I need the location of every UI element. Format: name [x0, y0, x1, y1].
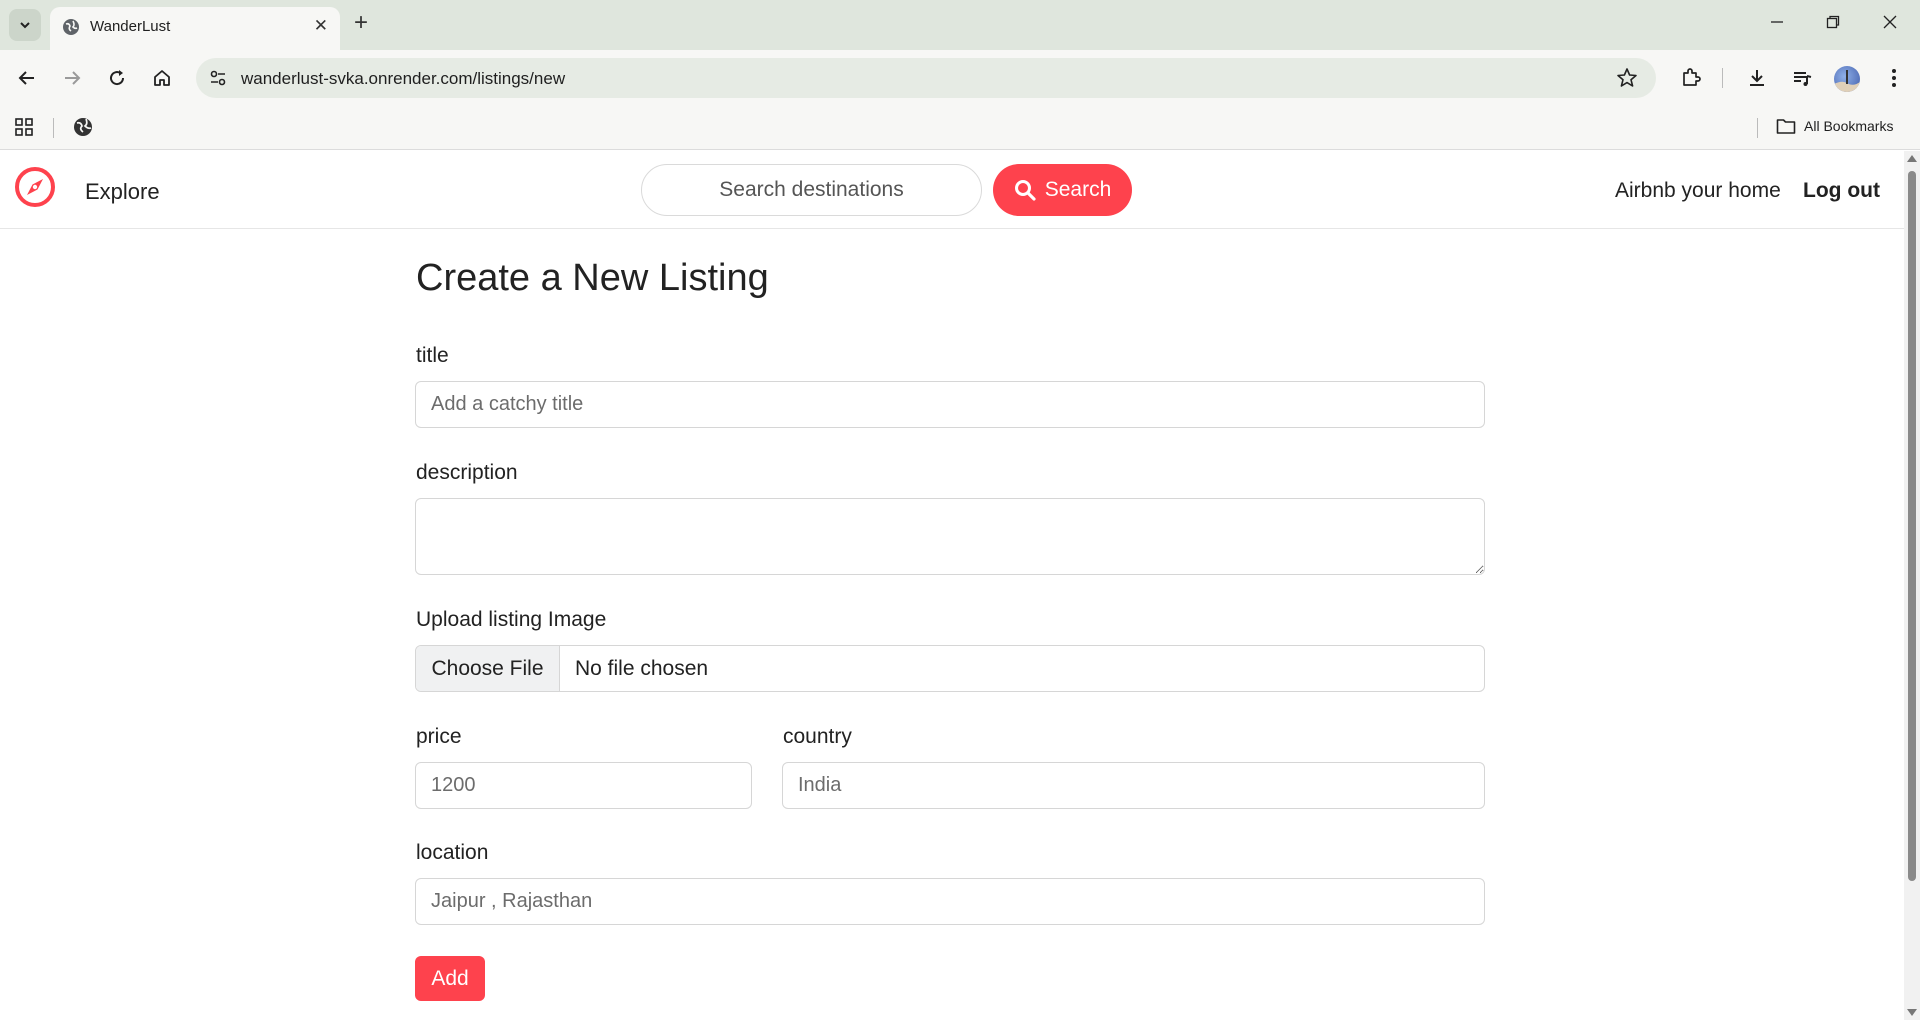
minimize-icon[interactable]: [1765, 10, 1789, 34]
search-button-label: Search: [1044, 178, 1112, 201]
extensions-icon[interactable]: [1677, 64, 1705, 92]
apps-grid-icon[interactable]: [14, 117, 34, 137]
country-label: country: [783, 725, 852, 748]
scroll-down-arrow-icon[interactable]: [1907, 1009, 1917, 1016]
back-icon[interactable]: [13, 64, 41, 92]
title-input[interactable]: [415, 381, 1485, 428]
profile-avatar[interactable]: [1834, 66, 1860, 92]
page-viewport: Explore Search Airbnb your home Log out …: [0, 151, 1904, 1020]
location-input[interactable]: [415, 878, 1485, 925]
tab-title: WanderLust: [90, 18, 171, 35]
image-upload-label: Upload listing Image: [416, 608, 607, 631]
description-label: description: [416, 461, 518, 484]
page-scrollbar[interactable]: [1904, 151, 1920, 1020]
home-icon[interactable]: [148, 64, 176, 92]
media-queue-icon[interactable]: [1788, 64, 1816, 92]
tab-search-button[interactable]: [9, 9, 41, 41]
restore-icon[interactable]: [1821, 10, 1845, 34]
scroll-up-arrow-icon[interactable]: [1907, 155, 1917, 162]
reload-icon[interactable]: [103, 64, 131, 92]
browser-toolbar: wanderlust-svka.onrender.com/listings/ne…: [0, 50, 1920, 106]
page-title: Create a New Listing: [416, 257, 769, 299]
chevron-down-icon: [20, 22, 30, 29]
search-input[interactable]: [641, 164, 982, 216]
choose-file-button[interactable]: Choose File: [416, 646, 560, 691]
bookmark-star-icon[interactable]: [1616, 67, 1638, 89]
menu-kebab-icon[interactable]: [1880, 64, 1908, 92]
toolbar-divider: [1722, 68, 1723, 88]
all-bookmarks-label: All Bookmarks: [1804, 118, 1894, 134]
logout-link[interactable]: Log out: [1803, 179, 1880, 203]
download-icon[interactable]: [1743, 64, 1771, 92]
add-listing-button[interactable]: Add: [415, 956, 485, 1001]
title-label: title: [416, 344, 449, 367]
scrollbar-thumb[interactable]: [1908, 171, 1916, 881]
globe-icon: [63, 19, 79, 35]
browser-tabstrip: WanderLust ✕ +: [0, 0, 1920, 50]
new-tab-icon[interactable]: +: [354, 11, 368, 35]
bookmarks-bar: All Bookmarks: [0, 106, 1920, 150]
search-button[interactable]: Search: [993, 164, 1132, 216]
location-label: location: [416, 841, 489, 864]
description-textarea[interactable]: [415, 498, 1485, 575]
browser-tab[interactable]: WanderLust ✕: [50, 7, 340, 50]
all-bookmarks-button[interactable]: All Bookmarks: [1776, 117, 1893, 135]
file-status-text: No file chosen: [575, 656, 709, 680]
explore-link[interactable]: Explore: [85, 179, 160, 205]
forward-icon[interactable]: [58, 64, 86, 92]
close-tab-icon[interactable]: ✕: [314, 17, 328, 34]
url-text[interactable]: wanderlust-svka.onrender.com/listings/ne…: [241, 69, 565, 89]
bookmarks-divider: [53, 118, 54, 138]
close-window-icon[interactable]: [1878, 10, 1902, 34]
airbnb-your-home-link[interactable]: Airbnb your home: [1615, 179, 1781, 203]
country-input[interactable]: [782, 762, 1485, 809]
folder-icon: [1776, 119, 1796, 134]
site-navbar: Explore Search Airbnb your home Log out: [0, 151, 1904, 229]
globe-bookmark-icon[interactable]: [72, 116, 94, 138]
image-file-input[interactable]: Choose File No file chosen: [415, 645, 1485, 692]
site-info-icon[interactable]: [208, 68, 228, 88]
compass-logo-icon[interactable]: [14, 166, 56, 208]
search-icon: [1014, 180, 1036, 201]
price-input[interactable]: [415, 762, 752, 809]
address-bar[interactable]: wanderlust-svka.onrender.com/listings/ne…: [196, 58, 1656, 98]
all-bookmarks-divider: [1757, 118, 1758, 138]
price-label: price: [416, 725, 462, 748]
